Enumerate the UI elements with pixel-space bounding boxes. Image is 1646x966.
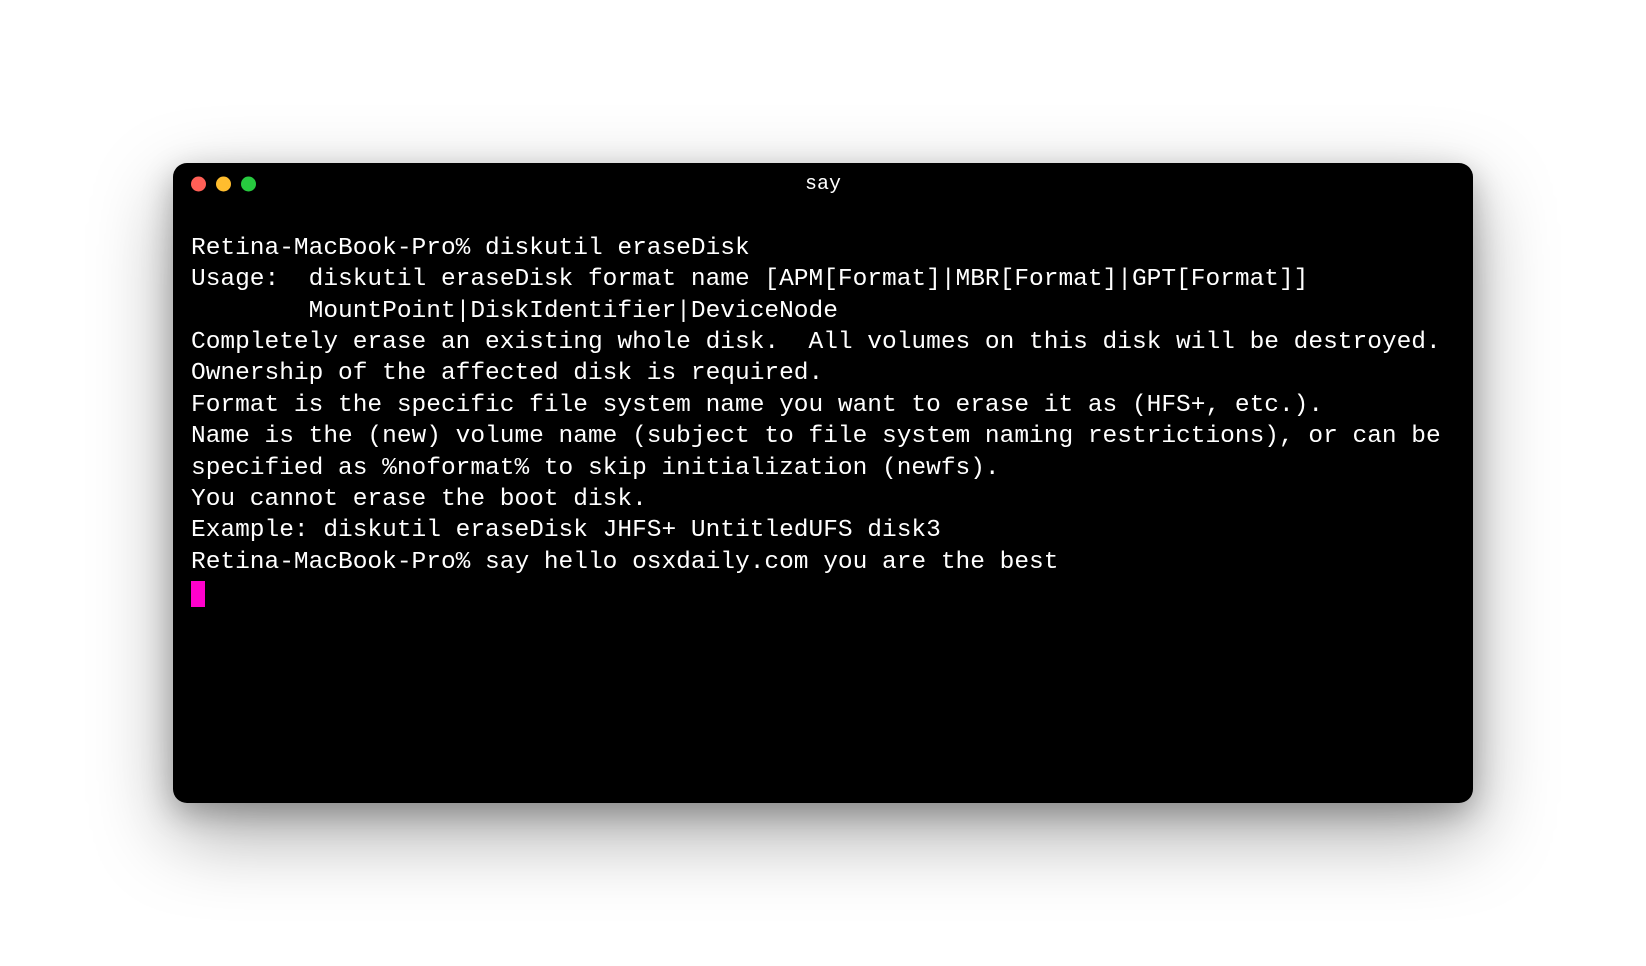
terminal-line: You cannot erase the boot disk. bbox=[191, 486, 647, 513]
close-button[interactable] bbox=[191, 177, 206, 192]
terminal-line: Completely erase an existing whole disk.… bbox=[191, 329, 1470, 387]
terminal-body[interactable]: Retina-MacBook-Pro% diskutil eraseDisk U… bbox=[173, 205, 1473, 803]
traffic-lights bbox=[191, 177, 256, 192]
title-bar: say bbox=[173, 163, 1473, 205]
terminal-line: Usage: diskutil eraseDisk format name [A… bbox=[191, 266, 1308, 293]
terminal-line: Retina-MacBook-Pro% diskutil eraseDisk bbox=[191, 235, 750, 262]
cursor-line bbox=[191, 578, 1455, 609]
cursor-icon bbox=[191, 581, 205, 607]
terminal-line: Example: diskutil eraseDisk JHFS+ Untitl… bbox=[191, 517, 941, 544]
window-title: say bbox=[805, 173, 841, 196]
terminal-line: Name is the (new) volume name (subject t… bbox=[191, 423, 1455, 481]
terminal-window: say Retina-MacBook-Pro% diskutil eraseDi… bbox=[173, 163, 1473, 803]
minimize-button[interactable] bbox=[216, 177, 231, 192]
zoom-button[interactable] bbox=[241, 177, 256, 192]
terminal-line: Retina-MacBook-Pro% say hello osxdaily.c… bbox=[191, 549, 1058, 576]
terminal-line: Format is the specific file system name … bbox=[191, 392, 1323, 419]
terminal-line: MountPoint|DiskIdentifier|DeviceNode bbox=[191, 298, 838, 325]
